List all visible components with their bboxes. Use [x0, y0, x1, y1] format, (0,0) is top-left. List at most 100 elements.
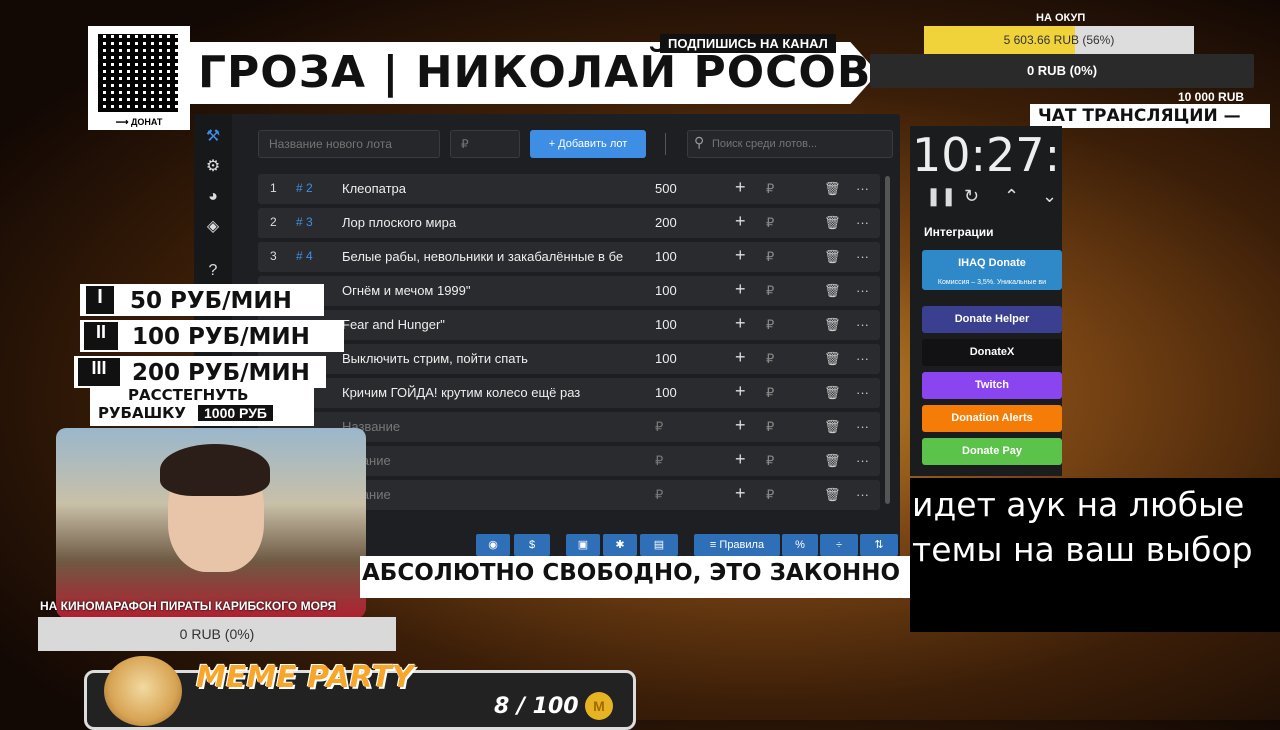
new-lot-name-input[interactable] — [258, 130, 440, 158]
auction-timer: 10:27:6 — [912, 128, 1062, 182]
ruble-input[interactable]: ₽ — [766, 453, 774, 469]
ruble-input[interactable]: ₽ — [766, 249, 774, 265]
integrations-title: Интеграции — [924, 225, 994, 239]
rule-3-icon: III — [78, 358, 120, 386]
shirt-rule-line2: РУБАШКУ — [98, 404, 186, 422]
plus-icon[interactable]: + — [735, 313, 746, 334]
ruble-input[interactable]: ₽ — [766, 181, 774, 197]
more-icon[interactable]: ··· — [856, 419, 869, 434]
plus-icon[interactable]: + — [735, 449, 746, 470]
lot-name: Лор плоского мира — [342, 215, 457, 230]
lot-value: 100 — [655, 283, 677, 298]
divide-icon[interactable]: ÷ — [820, 534, 858, 556]
more-icon[interactable]: ··· — [856, 385, 869, 400]
pause-icon[interactable]: ❚❚ — [926, 186, 956, 207]
ruble-input[interactable]: ₽ — [766, 419, 774, 435]
more-icon[interactable]: ··· — [856, 215, 869, 230]
list-scrollbar[interactable] — [885, 176, 890, 504]
lot-row[interactable]: 1 # 2 Клеопатра 500 + ₽ 🗑 ··· — [258, 174, 880, 204]
lot-row[interactable]: 3 # 4 Белые рабы, невольники и закабалённы… — [258, 242, 880, 272]
chat-title-text: ЧАТ ТРАНСЛЯЦИИ — [1038, 106, 1218, 126]
more-icon[interactable]: ··· — [856, 351, 869, 366]
ruble-input[interactable]: ₽ — [766, 487, 774, 503]
trash-icon[interactable]: 🗑 — [824, 181, 841, 197]
archive-icon[interactable]: ▤ — [640, 534, 678, 556]
help-icon[interactable]: ? — [202, 260, 224, 282]
lot-row[interactable]: Выключить стрим, пойти спать 100 + ₽ 🗑 ··· — [258, 344, 880, 374]
coin-icon: M — [585, 692, 613, 720]
more-icon[interactable]: ··· — [856, 317, 869, 332]
plus-icon[interactable]: + — [735, 279, 746, 300]
integration-ihaq[interactable]: IHAQ Donate Комиссия – 3,5%. Уникальные … — [922, 250, 1062, 290]
trash-icon[interactable]: 🗑 — [824, 385, 841, 401]
integration-donate-helper[interactable]: Donate Helper — [922, 306, 1062, 333]
lot-value: ₽ — [655, 453, 664, 468]
lot-id: # 2 — [296, 181, 313, 195]
lot-value: 500 — [655, 181, 677, 196]
ruble-input[interactable]: ₽ — [766, 385, 774, 401]
plus-icon[interactable]: + — [735, 211, 746, 232]
plus-icon[interactable]: + — [735, 483, 746, 504]
payback-progress-text: 5 603.66 RUB (56%) — [1003, 33, 1115, 47]
search-input[interactable] — [712, 131, 888, 157]
trash-icon[interactable]: 🗑 — [824, 317, 841, 333]
lot-value: 100 — [655, 249, 677, 264]
integration-twitch[interactable]: Twitch — [922, 372, 1062, 399]
more-icon[interactable]: ··· — [856, 453, 869, 468]
marathon-progress-bar: 0 RUB (0%) — [38, 617, 396, 651]
layers-icon[interactable]: ◈ — [202, 216, 224, 238]
gear-icon[interactable]: ⚙ — [202, 156, 224, 178]
ruble-input[interactable]: ₽ — [766, 283, 774, 299]
plus-icon[interactable]: + — [735, 347, 746, 368]
dollar-icon[interactable]: $ — [514, 534, 550, 556]
percent-icon[interactable]: % — [782, 534, 818, 556]
lot-row[interactable]: 2 # 3 Лор плоского мира 200 + ₽ 🗑 ··· — [258, 208, 880, 238]
more-icon[interactable]: ··· — [856, 181, 869, 196]
lot-row[interactable]: Fear and Hunger" 100 + ₽ 🗑 ··· — [258, 310, 880, 340]
trash-icon[interactable]: 🗑 — [824, 419, 841, 435]
reset-icon[interactable]: ↻ — [964, 186, 979, 207]
bug-icon[interactable]: ✱ — [603, 534, 637, 556]
sort-icon[interactable]: ⇅ — [860, 534, 898, 556]
lot-number: 3 — [270, 249, 277, 263]
calendar-icon[interactable]: ▣ — [566, 534, 600, 556]
lot-row[interactable]: Кричим ГОЙДА! крутим колесо ещё раз 100 + ₽… — [258, 378, 880, 408]
chevron-up-icon[interactable]: ⌃ — [1004, 186, 1019, 207]
plus-icon[interactable]: + — [735, 381, 746, 402]
gavel-icon[interactable]: ⚒ — [202, 126, 224, 148]
rules-button[interactable]: ≡ Правила — [694, 534, 780, 556]
plus-icon[interactable]: + — [735, 177, 746, 198]
trash-icon[interactable]: 🗑 — [824, 453, 841, 469]
pie-chart-icon[interactable]: ◕ — [202, 186, 224, 208]
rule-3-text: 200 РУБ/МИН — [132, 360, 310, 386]
trash-icon[interactable]: 🗑 — [824, 249, 841, 265]
more-icon[interactable]: ··· — [856, 487, 869, 502]
add-lot-button[interactable]: + Добавить лот — [530, 130, 646, 158]
trash-icon[interactable]: 🗑 — [824, 283, 841, 299]
meme-party-count: 8 / 100 — [494, 694, 579, 719]
ruble-input[interactable]: ₽ — [766, 317, 774, 333]
rule-1-text: 50 РУБ/МИН — [130, 288, 292, 314]
lot-row[interactable]: Огнём и мечом 1999" 100 + ₽ 🗑 ··· — [258, 276, 880, 306]
ruble-input[interactable]: ₽ — [766, 215, 774, 231]
more-icon[interactable]: ··· — [856, 249, 869, 264]
trash-icon[interactable]: 🗑 — [824, 215, 841, 231]
lot-id: # 4 — [296, 249, 313, 263]
integration-donation-alerts[interactable]: Donation Alerts — [922, 405, 1062, 432]
integration-donate-pay[interactable]: Donate Pay — [922, 438, 1062, 465]
trash-icon[interactable]: 🗑 — [824, 487, 841, 503]
donate-qr-code: ⟶ ДОНАТ — [88, 26, 190, 130]
lot-number: 1 — [270, 181, 277, 195]
chevron-down-icon[interactable]: ⌄ — [1042, 186, 1057, 207]
more-icon[interactable]: ··· — [856, 283, 869, 298]
lot-name: Белые рабы, невольники и закабалённые в … — [342, 249, 624, 264]
plus-icon[interactable]: + — [735, 245, 746, 266]
github-icon[interactable]: ◉ — [476, 534, 510, 556]
integration-donatex[interactable]: DonateX — [922, 339, 1062, 366]
lot-name: Название — [342, 419, 401, 434]
new-lot-price-input[interactable] — [450, 130, 520, 158]
trash-icon[interactable]: 🗑 — [824, 351, 841, 367]
ruble-input[interactable]: ₽ — [766, 351, 774, 367]
meme-party-title: MEME PARTY — [196, 660, 414, 695]
plus-icon[interactable]: + — [735, 415, 746, 436]
